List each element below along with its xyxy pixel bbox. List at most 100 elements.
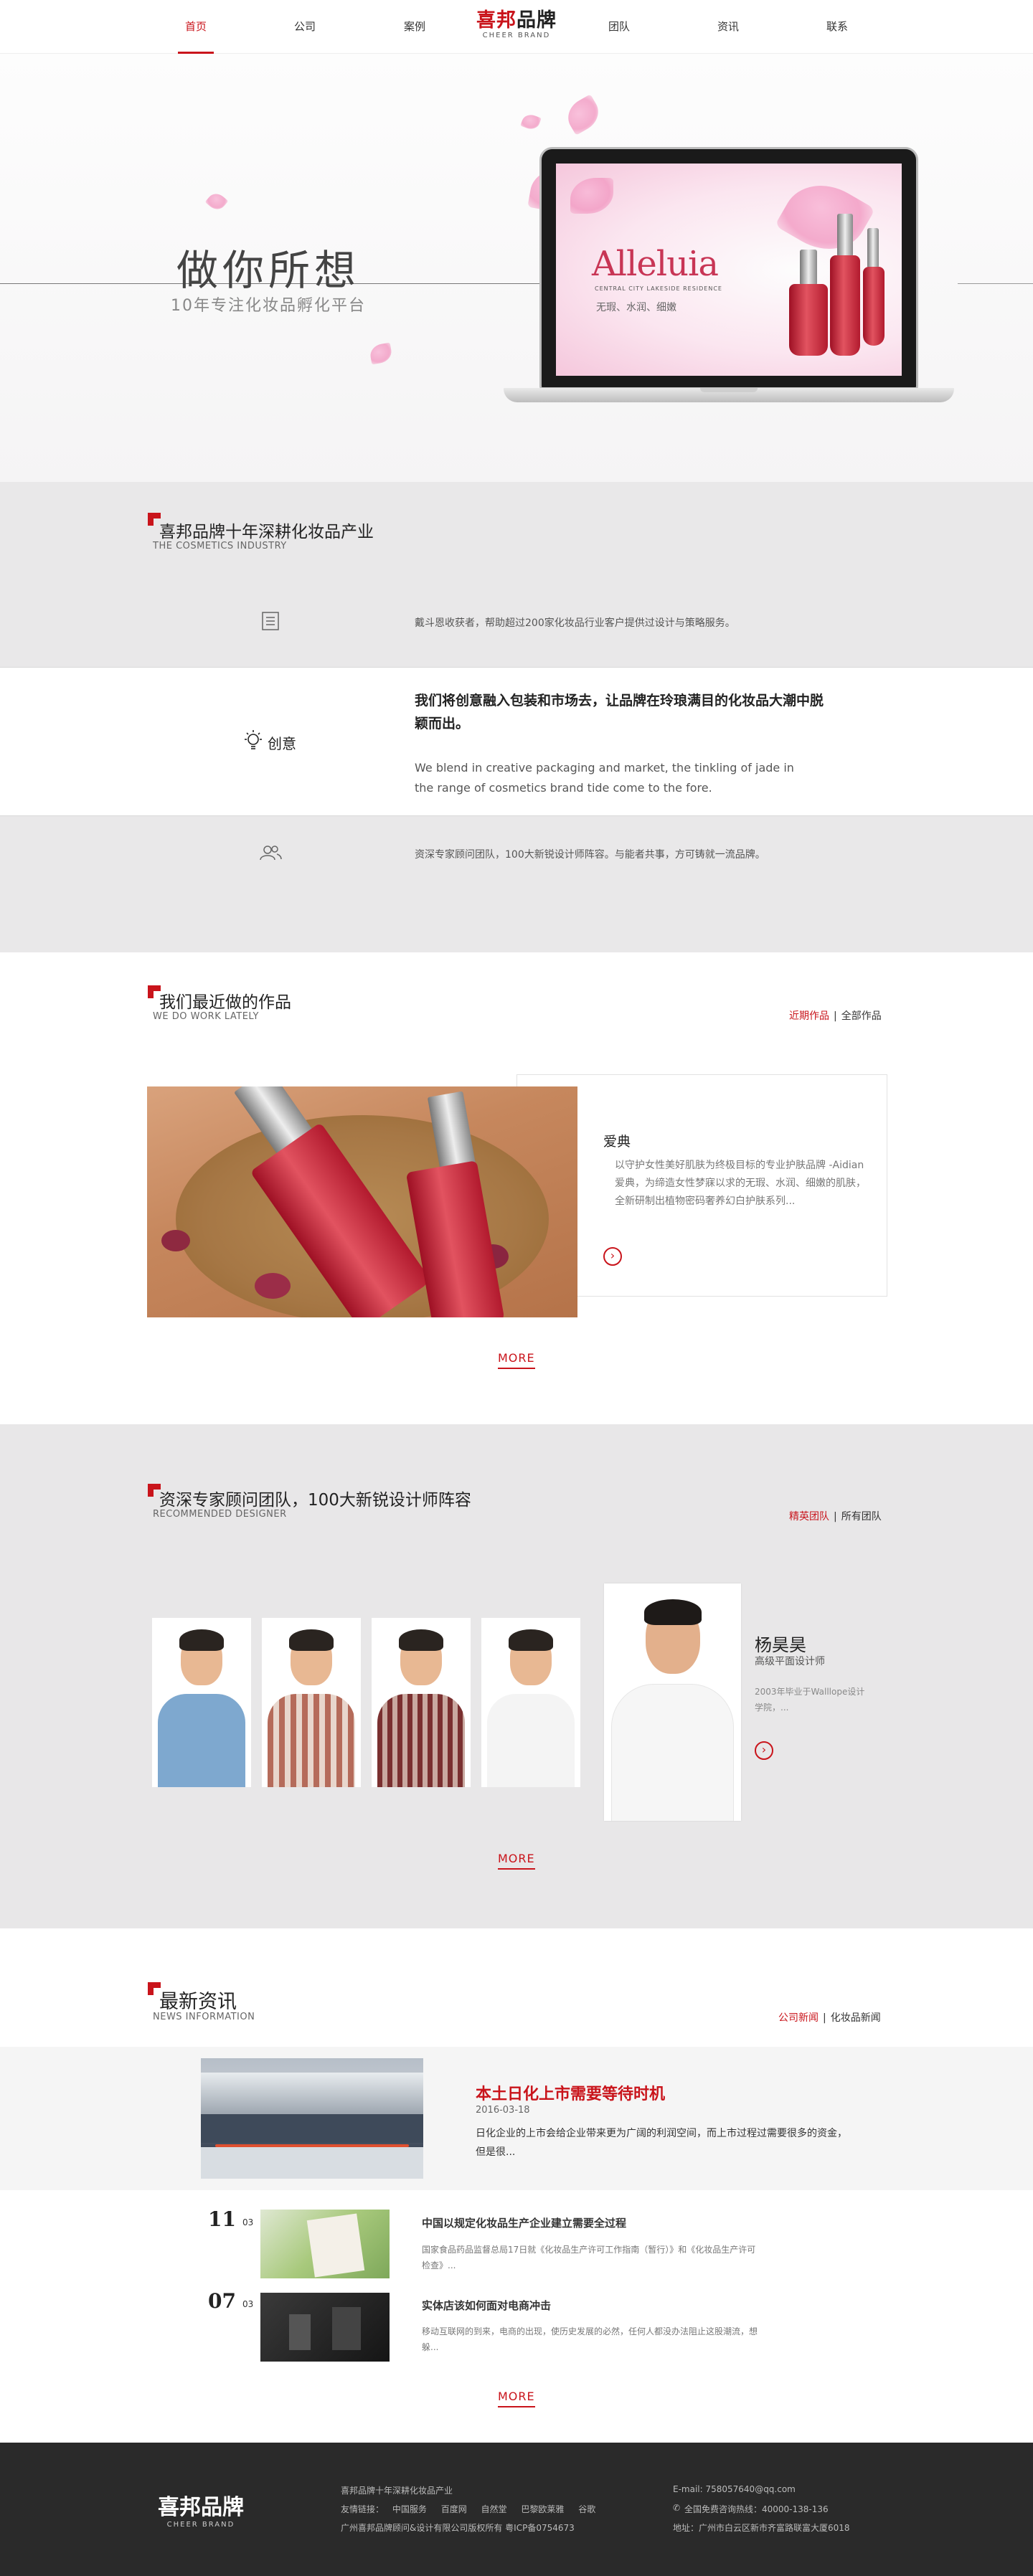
member-hair [509,1629,553,1651]
footer-logo-text: 喜邦品牌 [158,2495,244,2520]
creative-headline: 我们将创意融入包装和市场去，让品牌在玲琅满目的化妆品大潮中脱颖而出。 [415,693,824,731]
featured-member-name: 杨昊昊 [755,1635,806,1655]
team-section: 资深专家顾问团队，100大新锐设计师阵容 RECOMMENDED DESIGNE… [0,1424,1033,1928]
product-bottle [789,284,828,356]
tab-company-news[interactable]: 公司新闻 [778,2012,819,2024]
tab-cosmetics-news[interactable]: 化妆品新闻 [831,2012,881,2024]
store-decoration [332,2307,361,2350]
featured-member-desc: 2003年毕业于Walllope设计学院，... [755,1687,865,1713]
snow-decoration [201,2147,423,2179]
footer-copyright: 广州喜邦品牌顾问&设计有限公司版权所有 粤ICP备0754673 [341,2523,575,2533]
industry-row-creative: 创意 我们将创意融入包装和市场去，让品牌在玲琅满目的化妆品大潮中脱颖而出。 We… [0,667,1033,816]
team-more-button[interactable]: MORE [498,1852,535,1870]
member-hair [399,1629,443,1651]
footer-logo-en: CHEER BRAND [166,2521,235,2529]
featured-news-desc: 日化企业的上市会给企业带来更为广阔的利润空间，而上市过程过需要很多的资金，但是很… [476,2128,847,2158]
creative-label: 创意 [268,735,296,752]
footer-link[interactable]: 自然堂 [481,2504,507,2514]
hero-banner: 做你所想 10年专注化妆品孵化平台 Alleluia CENTRAL CITY … [0,54,1033,482]
featured-member-photo[interactable] [604,1583,741,1821]
tab-elite-team[interactable]: 精英团队 [789,1511,829,1523]
nav-home[interactable]: 首页 [164,0,228,54]
team-tabs: 精英团队 | 所有团队 [789,1511,882,1523]
team-member-photo[interactable] [372,1618,471,1787]
team-member-photo[interactable] [481,1618,580,1787]
creative-english-text: We blend in creative packaging and marke… [415,761,794,795]
work-image[interactable] [147,1086,577,1317]
petal-decoration [562,94,605,136]
member-clothing [487,1694,575,1787]
news-item-image[interactable] [260,2293,390,2362]
industry-row1-text: 戴斗恩收获者，帮助超过200家化妆品行业客户提供过设计与策略服务。 [415,617,735,629]
footer-link[interactable]: 百度网 [441,2504,467,2514]
brand-logo[interactable]: 喜邦品牌 CHEER BRAND [466,10,567,46]
footer-logo[interactable]: 喜邦品牌 CHEER BRAND [158,2489,244,2529]
news-item-day: 11 [208,2207,236,2231]
news-more-button[interactable]: MORE [498,2390,535,2407]
footer-link[interactable]: 谷歌 [578,2504,595,2514]
industry-section: 喜邦品牌十年深耕化妆品产业 THE COSMETICS INDUSTRY 戴斗恩… [0,482,1033,952]
flower-decoration [161,1230,190,1251]
arrow-right-icon[interactable]: › [755,1741,773,1760]
footer-links: 友情链接： 中国服务 百度网 自然堂 巴黎欧莱雅 谷歌 [341,2503,595,2515]
laptop-notch [700,388,758,392]
member-clothing [158,1694,245,1787]
news-item-title[interactable]: 实体店该如何面对电商冲击 [422,2298,551,2313]
product-bottle [830,255,860,356]
news-tabs: 公司新闻 | 化妆品新闻 [778,2012,881,2024]
news-item-desc: 移动互联网的到来，电商的出现，使历史发展的必然，任何人都没办法阻止这股潮流，想躲… [422,2326,758,2352]
featured-news-image [201,2058,423,2179]
flower-decoration [255,1273,291,1299]
team-member-photo[interactable] [152,1618,251,1787]
logo-en-text: CHEER BRAND [482,32,551,39]
news-item-month: 03 [242,2217,254,2227]
featured-news-title[interactable]: 本土日化上市需要等待时机 [476,2081,665,2104]
footer-link[interactable]: 中国服务 [392,2504,427,2514]
water-decoration [201,2114,423,2143]
nav-news[interactable]: 资讯 [696,0,760,54]
team-subtitle: RECOMMENDED DESIGNER [153,1509,287,1520]
news-item-month: 03 [242,2299,254,2309]
footer-email: E-mail: 758057640@qq.com [673,2484,796,2494]
news-item-image[interactable] [260,2210,390,2278]
featured-news-date: 2016-03-18 [476,2105,530,2116]
laptop-screen-content: Alleluia CENTRAL CITY LAKESIDE RESIDENCE… [556,164,902,376]
featured-member-role: 高级平面设计师 [755,1656,825,1667]
team-title: 资深专家顾问团队，100大新锐设计师阵容 [159,1491,471,1510]
screen-tagline: 无瑕、水润、细嫩 [596,302,676,313]
nav-cases[interactable]: 案例 [382,0,447,54]
member-clothing [611,1684,734,1821]
nav-company[interactable]: 公司 [273,0,337,54]
works-title: 我们最近做的作品 [159,993,291,1012]
team-member-photo[interactable] [262,1618,361,1787]
screen-brand-name: Alleluia [592,244,719,284]
bottle-cap [867,228,879,268]
works-subtitle: WE DO WORK LATELY [153,1011,259,1022]
works-more-button[interactable]: MORE [498,1351,535,1369]
member-clothing [377,1694,465,1787]
featured-news[interactable]: 本土日化上市需要等待时机 2016-03-18 日化企业的上市会给企业带来更为广… [0,2047,1033,2190]
bottle-cap [837,214,853,257]
news-item-day: 07 [208,2289,236,2313]
phone-icon: ✆ [673,2503,681,2513]
screen-brand-sub: CENTRAL CITY LAKESIDE RESIDENCE [595,285,722,292]
footer-links-label: 友情链接： [341,2504,385,2514]
team-users-icon [258,843,283,862]
tab-all-works[interactable]: 全部作品 [841,1010,882,1022]
industry-title: 喜邦品牌十年深耕化妆品产业 [159,523,374,541]
tab-all-teams[interactable]: 所有团队 [841,1511,882,1523]
laptop-mockup: Alleluia CENTRAL CITY LAKESIDE RESIDENCE… [539,147,918,389]
footer-link[interactable]: 巴黎欧莱雅 [521,2504,564,2514]
member-hair [644,1599,702,1625]
news-subtitle: NEWS INFORMATION [153,2012,255,2022]
nav-contact[interactable]: 联系 [805,0,869,54]
nav-team[interactable]: 团队 [587,0,651,54]
petal-decoration [204,189,229,214]
news-item-title[interactable]: 中国以规定化妆品生产企业建立需要全过程 [422,2215,626,2230]
tab-recent-works[interactable]: 近期作品 [789,1010,829,1022]
hero-subtitle: 10年专注化妆品孵化平台 [171,297,366,315]
petal-decoration [520,112,542,132]
petal-decoration [570,178,613,214]
arrow-right-icon[interactable]: › [603,1247,622,1266]
work-name: 爱典 [603,1134,631,1150]
